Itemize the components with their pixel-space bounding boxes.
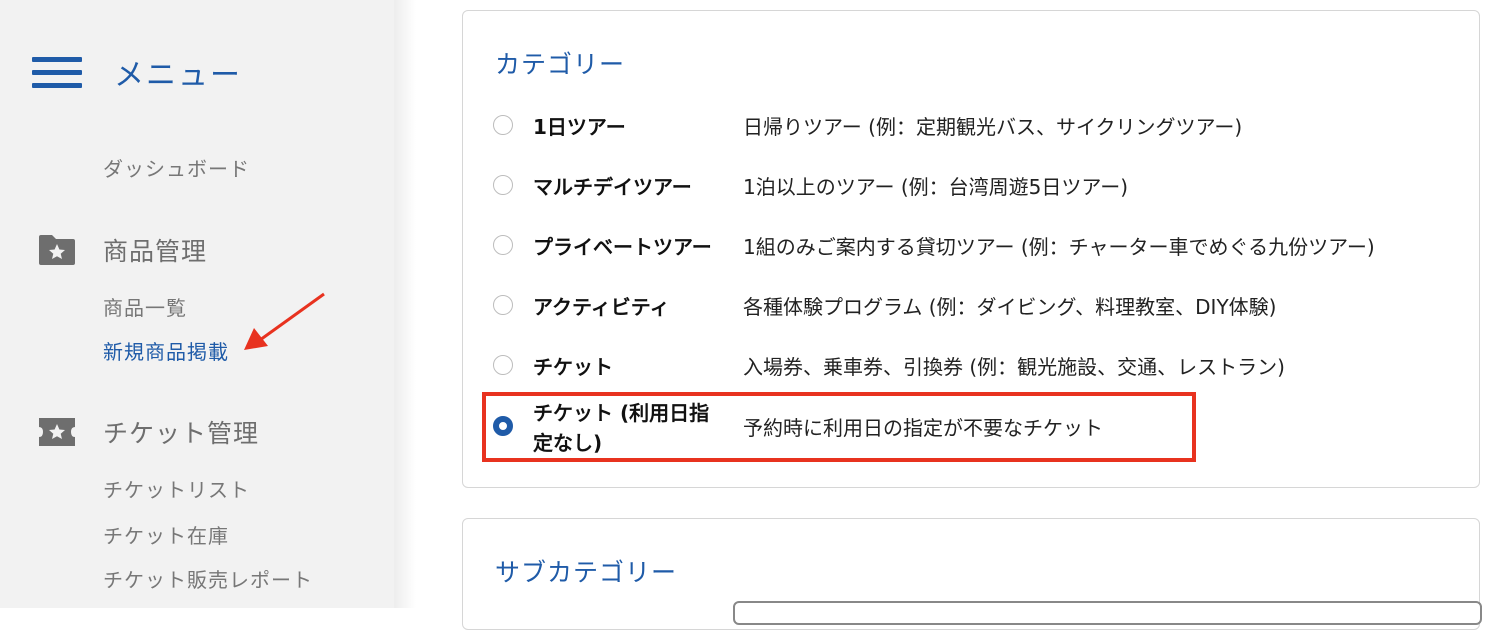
category-option-day-tour[interactable]: 1日ツアー 日帰りツアー (例：定期観光バス、サイクリングツアー)	[493, 101, 1453, 151]
option-description: 入場券、乗車券、引換券 (例：観光施設、交通、レストラン)	[743, 355, 1285, 379]
sidebar-shadow	[394, 0, 416, 608]
ticket-section-title: チケット管理	[103, 419, 260, 448]
menu-title: メニュー	[114, 58, 242, 93]
sidebar-item-dashboard[interactable]: ダッシュボード	[103, 153, 250, 182]
option-name: チケット	[533, 355, 613, 379]
subcategory-title: サブカテゴリー	[495, 558, 678, 587]
option-name: プライベートツアー	[533, 235, 712, 259]
category-option-multi-day-tour[interactable]: マルチデイツアー 1泊以上のツアー (例：台湾周遊5日ツアー)	[493, 161, 1453, 211]
option-description: 日帰りツアー (例：定期観光バス、サイクリングツアー)	[743, 115, 1243, 139]
category-option-private-tour[interactable]: プライベートツアー 1組のみご案内する貸切ツアー (例：チャーター車でめぐる九份…	[493, 221, 1453, 271]
ticket-star-icon	[38, 416, 76, 448]
ticket-section-header: チケット管理	[38, 414, 258, 450]
annotation-arrow	[244, 292, 325, 350]
radio-button[interactable]	[493, 355, 513, 375]
option-name: 1日ツアー	[533, 115, 626, 139]
folder-star-icon	[38, 234, 76, 266]
radio-button[interactable]	[493, 295, 513, 315]
sidebar: メニュー ダッシュボード 商品管理 商品一覧 新規商品掲載 チケット管理 チケッ…	[0, 0, 394, 608]
sidebar-item-ticket-stock[interactable]: チケット在庫	[103, 520, 229, 549]
option-description: 1組のみご案内する貸切ツアー (例：チャーター車でめぐる九份ツアー)	[743, 235, 1375, 259]
hamburger-menu-icon[interactable]	[32, 52, 82, 88]
sidebar-item-ticket-sales-report[interactable]: チケット販売レポート	[103, 564, 313, 593]
sidebar-item-product-list[interactable]: 商品一覧	[103, 292, 187, 321]
subcategory-select[interactable]	[733, 601, 1482, 625]
option-name: アクティビティ	[533, 295, 670, 319]
option-name: マルチデイツアー	[533, 175, 692, 199]
option-description: 1泊以上のツアー (例：台湾周遊5日ツアー)	[743, 175, 1129, 199]
category-title: カテゴリー	[495, 50, 626, 79]
sidebar-item-new-product[interactable]: 新規商品掲載	[103, 336, 229, 365]
radio-button[interactable]	[493, 175, 513, 195]
sidebar-item-ticket-list[interactable]: チケットリスト	[103, 474, 250, 503]
radio-button[interactable]	[493, 235, 513, 255]
product-section-title: 商品管理	[103, 237, 208, 266]
menu-header: メニュー	[32, 48, 240, 93]
category-option-ticket[interactable]: チケット 入場券、乗車券、引換券 (例：観光施設、交通、レストラン)	[493, 341, 1453, 391]
product-section-header: 商品管理	[38, 232, 206, 268]
option-description: 各種体験プログラム (例：ダイビング、料理教室、DIY体験)	[743, 295, 1277, 319]
annotation-highlight-box	[482, 392, 1196, 462]
radio-button[interactable]	[493, 115, 513, 135]
category-option-activity[interactable]: アクティビティ 各種体験プログラム (例：ダイビング、料理教室、DIY体験)	[493, 281, 1453, 331]
